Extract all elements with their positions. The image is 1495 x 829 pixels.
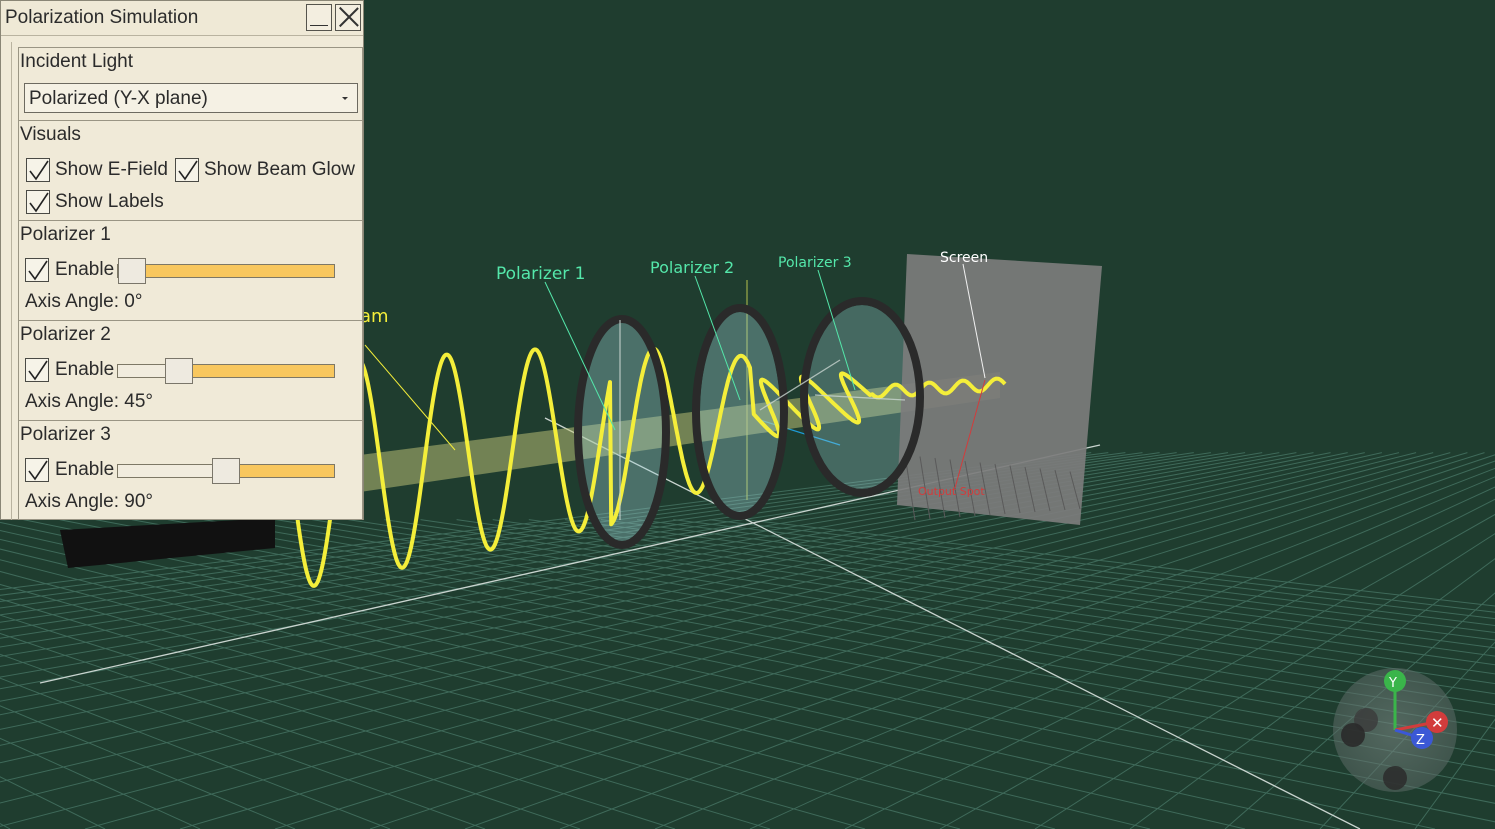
polarizer1-label: Polarizer 1	[496, 264, 586, 284]
checkmark-icon	[28, 460, 48, 481]
polarizer-glass	[580, 305, 917, 544]
polarizer1-title: Polarizer 1	[20, 224, 111, 245]
panel-content: Incident Light Polarized (Y-X plane) Vis…	[11, 42, 363, 520]
checkmark-icon	[28, 360, 48, 381]
polarizer3-angle-slider[interactable]	[117, 458, 335, 484]
polarizer3-title: Polarizer 3	[20, 424, 111, 445]
polarizer1-enable-checkbox[interactable]	[25, 258, 49, 282]
slider-thumb[interactable]	[212, 458, 240, 484]
polarizer1-enable-label: Enable	[55, 259, 115, 280]
checkmark-icon	[178, 160, 198, 181]
window-title: Polarization Simulation	[5, 7, 199, 28]
polarizer2-title: Polarizer 2	[20, 324, 111, 345]
gizmo-y-label: Y	[1388, 676, 1397, 691]
polarizer3-label: Polarizer 3	[778, 255, 852, 271]
polarizer2-enable-checkbox[interactable]	[25, 358, 49, 382]
polarizer3-angle-text: Axis Angle: 90°	[25, 491, 154, 512]
chevron-down-icon	[342, 97, 348, 100]
polarizer3-section: Polarizer 3 Enable Axis Angle: 90°	[18, 420, 363, 520]
show-efield-checkbox[interactable]	[26, 158, 50, 182]
polarizer3-enable-checkbox[interactable]	[25, 458, 49, 482]
polarizer2-section: Polarizer 2 Enable Axis Angle: 45°	[18, 320, 363, 421]
gizmo-z-label: Z	[1416, 733, 1425, 748]
title-bar[interactable]: Polarization Simulation	[1, 1, 363, 36]
show-beam-glow-label: Show Beam Glow	[204, 159, 356, 180]
orientation-gizmo[interactable]: Y ✕ Z	[1333, 668, 1457, 792]
checkmark-icon	[28, 260, 48, 281]
incident-light-title: Incident Light	[20, 51, 134, 72]
minimize-button[interactable]	[306, 4, 332, 31]
slider-thumb[interactable]	[118, 258, 146, 284]
show-labels-checkbox[interactable]	[26, 190, 50, 214]
polarizer3-enable-label: Enable	[55, 459, 115, 480]
polarizer2-enable-label: Enable	[55, 359, 115, 380]
control-panel: Polarization Simulation Incident Light P…	[0, 0, 364, 520]
close-button[interactable]	[335, 4, 361, 31]
polarizer1-section: Polarizer 1 Enable Axis Angle: 0°	[18, 220, 363, 321]
polarizer1-angle-text: Axis Angle: 0°	[25, 291, 143, 312]
visuals-title: Visuals	[20, 124, 81, 145]
slider-thumb[interactable]	[165, 358, 193, 384]
polarizer1-angle-slider[interactable]	[117, 258, 335, 284]
incident-light-section: Incident Light Polarized (Y-X plane)	[18, 47, 363, 121]
x-mark-icon: ✕	[1431, 714, 1444, 732]
show-labels-label: Show Labels	[55, 191, 164, 212]
screen-label: Screen	[940, 250, 988, 266]
polarizer2-angle-slider[interactable]	[117, 358, 335, 384]
checkmark-icon	[29, 192, 49, 213]
show-beam-glow-checkbox[interactable]	[175, 158, 199, 182]
incident-light-dropdown[interactable]: Polarized (Y-X plane)	[24, 83, 358, 113]
polarizer2-angle-text: Axis Angle: 45°	[25, 391, 154, 412]
checkmark-icon	[29, 160, 49, 181]
light-source-box	[60, 518, 275, 568]
dropdown-value: Polarized (Y-X plane)	[29, 88, 208, 109]
polarizer2-label: Polarizer 2	[650, 258, 734, 277]
output-spot-label: Output Spot	[918, 485, 985, 498]
beam-label: am	[360, 306, 389, 327]
show-efield-label: Show E-Field	[55, 159, 168, 180]
visuals-section: Visuals Show E-Field Show Beam Glow Show…	[18, 120, 363, 221]
